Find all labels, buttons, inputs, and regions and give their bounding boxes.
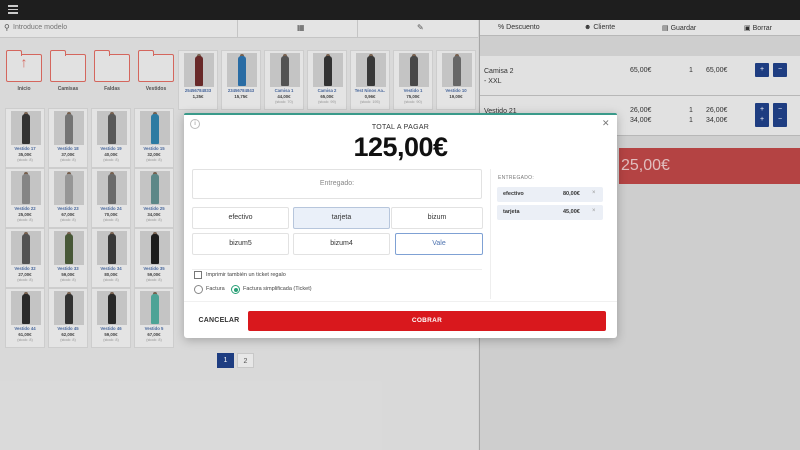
payment-modal: i ✕ TOTAL A PAGAR 125,00€ Entregado: efe…: [184, 113, 617, 338]
entregado-row: efectivo 80,00€ ×: [497, 187, 603, 202]
pay-bizum-button[interactable]: bizum: [391, 207, 483, 229]
entregado-amount: 80,00€: [563, 191, 580, 197]
entregado-row: tarjeta 45,00€ ×: [497, 205, 603, 220]
entregado-input[interactable]: Entregado:: [192, 169, 482, 199]
pay-efectivo-button[interactable]: efectivo: [192, 207, 289, 229]
entregado-method: tarjeta: [503, 209, 520, 215]
remove-icon[interactable]: ×: [592, 190, 596, 196]
factura-simplificada-label: Factura simplificada (Ticket): [243, 286, 312, 292]
pay-tarjeta-button[interactable]: tarjeta: [293, 207, 390, 229]
pay-bizum5-button[interactable]: bizum5: [192, 233, 289, 255]
divider: [192, 269, 482, 270]
entregado-amount: 45,00€: [563, 209, 580, 215]
total-title: TOTAL A PAGAR: [371, 124, 430, 131]
pay-vale-button[interactable]: Vale: [395, 233, 483, 255]
factura-label: Factura: [206, 286, 225, 292]
entregado-method: efectivo: [503, 191, 524, 197]
entregado-title: ENTREGADO:: [498, 175, 535, 181]
factura-radio[interactable]: [194, 285, 203, 294]
pay-bizum4-button[interactable]: bizum4: [293, 233, 390, 255]
modal-accent-bar: [184, 113, 617, 115]
gift-ticket-label: Imprimir también un ticket regalo: [206, 272, 286, 278]
factura-simplificada-radio[interactable]: [231, 285, 240, 294]
charge-button[interactable]: COBRAR: [248, 311, 606, 331]
remove-icon[interactable]: ×: [592, 208, 596, 214]
divider: [184, 301, 617, 302]
cancel-button[interactable]: CANCELAR: [196, 310, 242, 331]
divider: [490, 169, 491, 299]
total-amount: 125,00€: [353, 132, 448, 162]
gift-ticket-checkbox[interactable]: [194, 271, 202, 279]
